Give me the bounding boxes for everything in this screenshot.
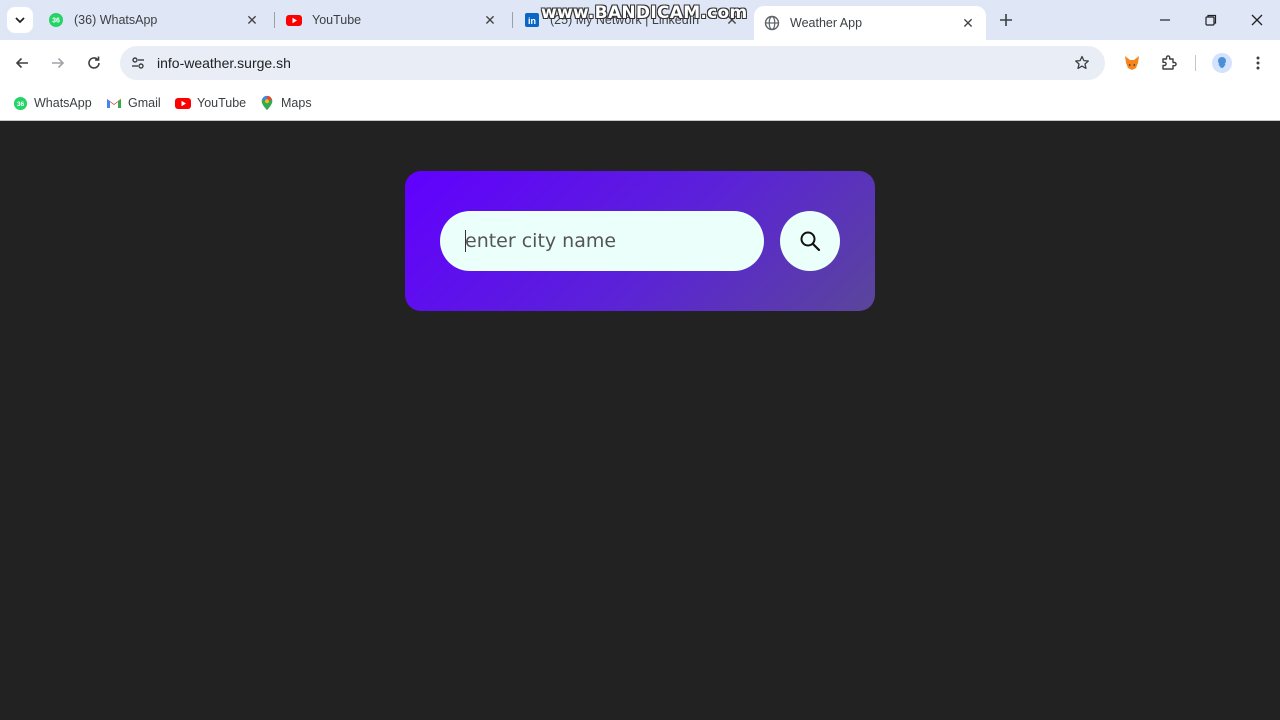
search-icon (800, 231, 821, 252)
close-icon[interactable]: ✕ (480, 10, 500, 30)
bookmark-youtube[interactable]: YouTube (175, 92, 246, 114)
bookmark-whatsapp[interactable]: 36 WhatsApp (12, 92, 92, 114)
svg-text:36: 36 (16, 100, 24, 107)
reload-icon (88, 56, 100, 69)
maps-icon (259, 95, 275, 111)
tab-weather-app[interactable]: Weather App ✕ (754, 6, 986, 40)
restore-button[interactable] (1188, 0, 1234, 40)
bookmark-star-icon[interactable] (1072, 53, 1092, 73)
bookmark-label: YouTube (197, 96, 247, 110)
youtube-icon (286, 12, 302, 28)
browser-menu-button[interactable] (1244, 49, 1272, 77)
close-icon[interactable]: ✕ (958, 13, 978, 33)
page-content (0, 121, 1280, 720)
bookmark-label: Maps (281, 96, 312, 110)
back-button[interactable] (8, 49, 36, 77)
bookmarks-bar: 36 WhatsApp Gmail YouTube Maps (0, 86, 1280, 121)
tab-whatsapp[interactable]: 36 (36) WhatsApp ✕ (38, 0, 270, 40)
svg-text:36: 36 (52, 18, 60, 25)
avatar (1212, 53, 1232, 73)
puzzle-icon (1162, 55, 1177, 70)
reload-button[interactable] (80, 49, 108, 77)
bookmark-label: WhatsApp (34, 96, 92, 110)
close-icon (1251, 14, 1263, 26)
new-tab-button[interactable] (995, 9, 1017, 31)
tab-separator (512, 12, 513, 28)
bookmark-label: Gmail (128, 96, 161, 110)
fox-icon (1125, 56, 1139, 70)
youtube-icon (175, 95, 191, 111)
tab-separator (274, 12, 275, 28)
tab-title: Weather App (790, 16, 863, 30)
whatsapp-icon: 36 (12, 95, 28, 111)
plus-icon (1000, 14, 1012, 26)
globe-icon (764, 15, 780, 31)
forward-button[interactable] (44, 49, 72, 77)
toolbar-separator (1195, 55, 1196, 71)
site-settings-icon[interactable] (128, 53, 148, 73)
tab-title: YouTube (312, 13, 362, 27)
url-text: info-weather.surge.sh (157, 55, 291, 71)
chevron-down-icon (15, 17, 25, 24)
tab-title: (36) WhatsApp (74, 13, 158, 27)
minimize-button[interactable] (1142, 0, 1188, 40)
linkedin-icon: in (524, 12, 540, 28)
svg-text:in: in (528, 16, 536, 26)
restore-icon (1205, 14, 1217, 26)
address-bar[interactable]: info-weather.surge.sh (120, 46, 1105, 80)
search-card (405, 171, 875, 311)
search-button[interactable] (780, 211, 840, 271)
more-vert-icon (1256, 56, 1260, 70)
extensions-button[interactable] (1155, 49, 1183, 77)
tab-strip: 36 (36) WhatsApp ✕ YouTube ✕ in (25) My … (0, 0, 1280, 40)
bandicam-watermark: www.BANDICAM.com (541, 3, 748, 23)
bookmark-gmail[interactable]: Gmail (106, 92, 161, 114)
profile-button[interactable] (1208, 49, 1236, 77)
tab-youtube[interactable]: YouTube ✕ (276, 0, 508, 40)
close-window-button[interactable] (1234, 0, 1280, 40)
metamask-extension-button[interactable] (1118, 49, 1146, 77)
arrow-right-icon (52, 57, 65, 69)
tab-search-button[interactable] (7, 7, 33, 33)
close-icon[interactable]: ✕ (242, 10, 262, 30)
minimize-icon (1160, 19, 1170, 21)
browser-toolbar: info-weather.surge.sh (0, 40, 1280, 86)
arrow-left-icon (15, 57, 28, 69)
city-search-input[interactable] (440, 211, 764, 271)
bookmark-maps[interactable]: Maps (259, 92, 312, 114)
text-cursor (465, 230, 466, 252)
gmail-icon (106, 95, 122, 111)
whatsapp-icon: 36 (48, 12, 64, 28)
